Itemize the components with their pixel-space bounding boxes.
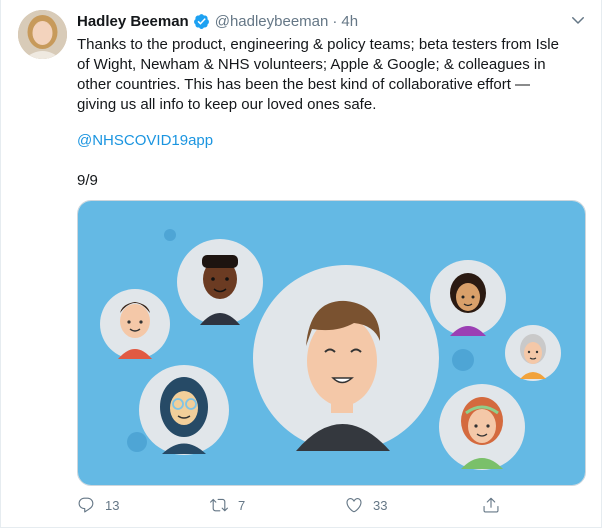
tweet-body-line: other countries. This has been the best … — [77, 76, 531, 93]
retweet-icon — [210, 498, 228, 512]
tweet[interactable]: Hadley Beeman @hadleybeeman · 4h Thanks … — [0, 0, 602, 528]
retweet-button[interactable]: 7 — [210, 494, 245, 516]
person-illustration — [253, 265, 439, 451]
separator-dot: · — [332, 12, 338, 30]
person-illustration — [100, 289, 170, 359]
person-illustration — [177, 239, 263, 325]
tweet-body-line: of Wight, Newham & NHS volunteers; Apple… — [77, 56, 546, 73]
tweet-image[interactable] — [77, 200, 586, 486]
timestamp[interactable]: 4h — [341, 13, 358, 30]
accent-dot — [164, 229, 176, 241]
reply-count: 13 — [105, 497, 120, 513]
person-illustration — [430, 260, 506, 336]
caret-down-icon[interactable] — [569, 11, 587, 29]
tweet-actions: 13 7 33 — [77, 494, 507, 516]
share-icon — [483, 497, 499, 513]
person-illustration — [139, 365, 229, 455]
reply-icon — [78, 497, 94, 513]
person-illustration — [439, 384, 525, 470]
like-icon — [346, 498, 362, 513]
reply-button[interactable]: 13 — [77, 494, 119, 516]
person-illustration — [505, 325, 561, 381]
tweet-body-line: giving us all info to keep our loved one… — [77, 96, 377, 113]
like-button[interactable]: 33 — [345, 494, 387, 516]
avatar[interactable] — [18, 10, 67, 59]
share-button[interactable] — [482, 494, 500, 516]
tweet-body: Thanks to the product, engineering & pol… — [77, 35, 577, 115]
user-handle[interactable]: @hadleybeeman — [215, 13, 329, 30]
verified-badge-icon — [193, 13, 210, 30]
tweet-header: Hadley Beeman @hadleybeeman · 4h — [77, 11, 358, 31]
mention-link[interactable]: @NHSCOVID19app — [77, 131, 213, 151]
accent-dot — [452, 349, 474, 371]
like-count: 33 — [373, 497, 388, 513]
retweet-count: 7 — [238, 497, 246, 513]
tweet-body-line: Thanks to the product, engineering & pol… — [77, 36, 559, 53]
thread-count: 9/9 — [77, 172, 98, 189]
display-name[interactable]: Hadley Beeman — [77, 13, 189, 30]
accent-dot — [127, 432, 147, 452]
